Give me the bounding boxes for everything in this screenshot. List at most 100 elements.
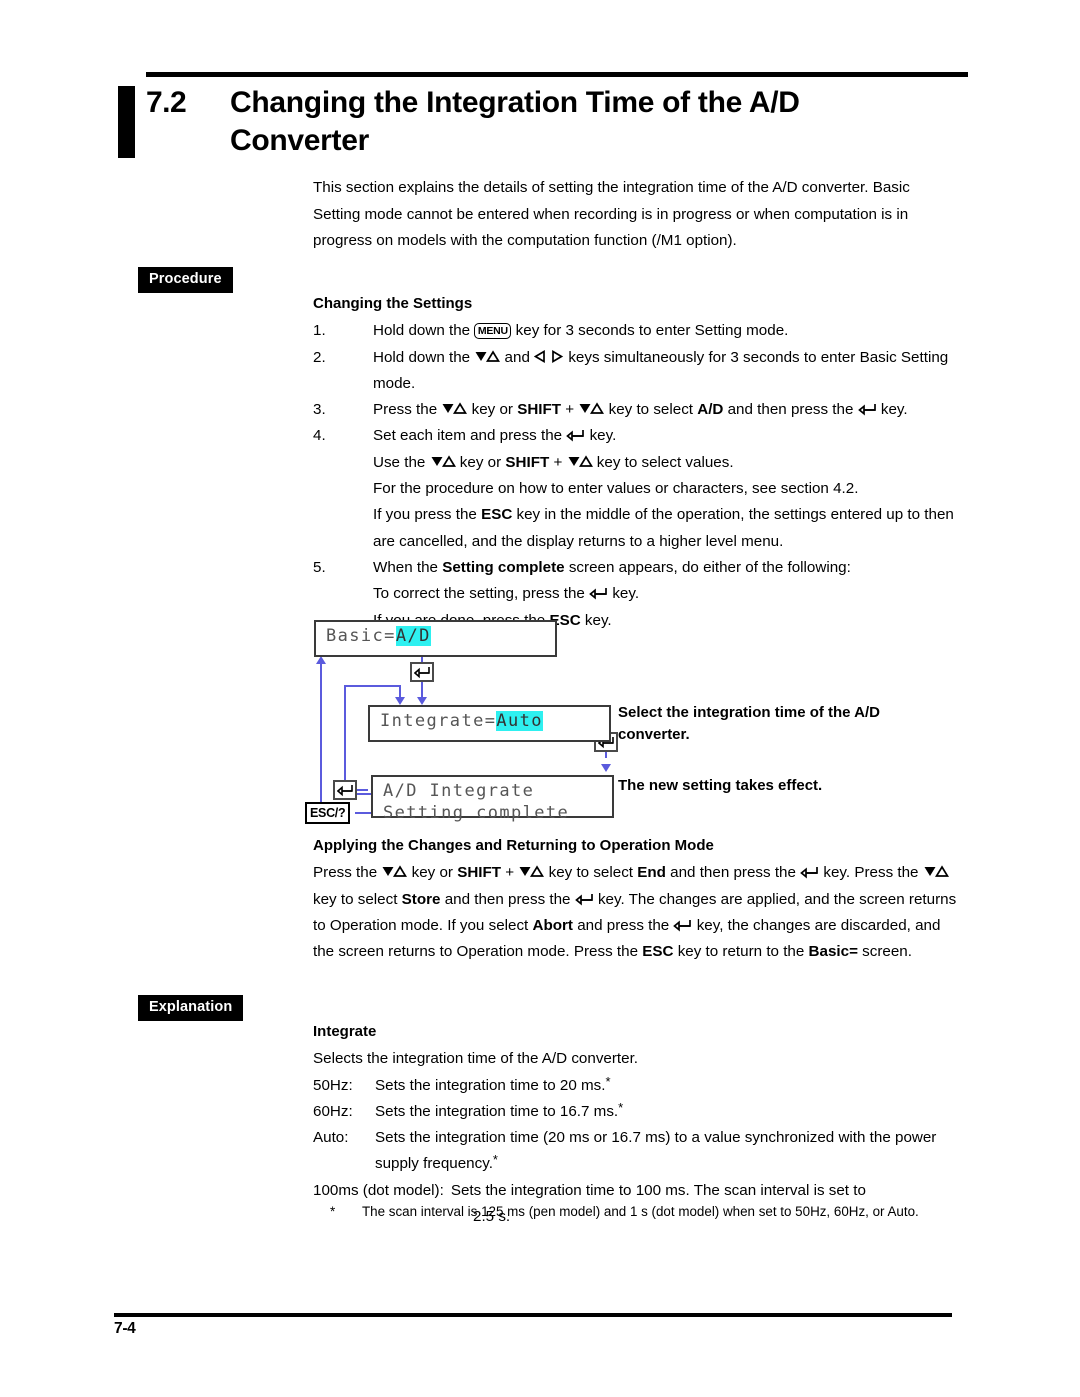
step-text: Press the key or SHIFT + key to select A… — [373, 401, 908, 419]
procedure-section: Changing the Settings 1. Hold down the ME… — [313, 291, 958, 634]
integrate-option-row: Auto: Sets the integration time (20 ms or… — [313, 1125, 958, 1178]
integrate-option-term: 50Hz: — [313, 1076, 353, 1094]
emphasis-term: ESC — [642, 943, 674, 961]
emphasis-term: SHIFT — [457, 864, 502, 882]
section-number: 7.2 — [146, 86, 187, 119]
lcd-integrate-screen: Integrate=Auto — [368, 705, 611, 742]
emphasis-term: ESC — [481, 506, 513, 524]
enter-key-icon — [673, 918, 692, 932]
updown-key-icon — [474, 349, 501, 363]
lcd-complete-line2: Setting complete — [383, 803, 570, 823]
updown-key-icon — [923, 865, 949, 878]
procedure-step: 2. Hold down the and keys simultaneously … — [313, 345, 958, 398]
integrate-option-desc: Sets the integration time to 20 ms.* — [375, 1073, 611, 1094]
emphasis-term: SHIFT — [517, 401, 562, 419]
intro-paragraph: This section explains the details of set… — [313, 179, 910, 249]
emphasis-term: Abort — [532, 916, 574, 934]
flow-return-line-enter — [344, 685, 347, 789]
apply-subheading: Applying the Changes and Returning to Op… — [313, 837, 714, 854]
procedure-subheading: Changing the Settings — [313, 295, 473, 312]
step-text: Set each item and press the key. — [373, 427, 617, 445]
footnote-text: The scan interval is 125 ms (pen model) … — [362, 1204, 919, 1219]
flow-arrowhead-down-complete — [601, 764, 611, 772]
emphasis-term: Setting complete — [442, 558, 565, 576]
emphasis-term: Basic= — [808, 943, 858, 961]
emphasis-term: Store — [401, 890, 441, 908]
enter-key-icon-complete-to-integrate — [333, 780, 357, 800]
explanation-subheading: Integrate — [313, 1023, 377, 1040]
step-note: For the procedure on how to enter values… — [373, 480, 859, 498]
step-number: 1. — [313, 322, 326, 340]
updown-key-icon — [430, 455, 456, 468]
procedure-step: 1. Hold down the MENU key for 3 seconds t… — [313, 318, 958, 344]
flow-return-line-enter-top — [344, 685, 401, 688]
step-note: To correct the setting, press the key. — [373, 585, 640, 603]
emphasis-term: A/D — [697, 401, 724, 419]
step-note: Use the key or SHIFT + key to select val… — [373, 453, 734, 471]
step-number: 5. — [313, 558, 326, 576]
footer-rule — [114, 1313, 952, 1317]
integrate-option-row: 60Hz: Sets the integration time to 16.7 m… — [313, 1099, 958, 1125]
enter-key-icon — [589, 586, 608, 600]
footnote: * The scan interval is 125 ms (pen model… — [330, 1200, 955, 1223]
leftright-key-icon — [533, 349, 564, 363]
integrate-option-term: 60Hz: — [313, 1102, 353, 1120]
enter-key-icon — [857, 402, 877, 416]
step-number: 3. — [313, 401, 326, 419]
emphasis-term: SHIFT — [505, 453, 550, 471]
procedure-tag: Procedure — [138, 267, 233, 293]
step-note: If you press the ESC key in the middle o… — [373, 506, 954, 550]
integrate-option-desc: Sets the integration time (20 ms or 16.7… — [375, 1129, 937, 1173]
esc-question-button[interactable]: ESC/? — [305, 802, 351, 824]
footnote-star: * — [618, 1099, 624, 1115]
section-title: Changing the Integration Time of the A/D… — [230, 86, 800, 157]
lcd-basic-prefix: Basic= — [326, 626, 396, 646]
procedure-step: 5. When the Setting complete screen appea… — [313, 555, 958, 581]
footnote-marker: * — [330, 1204, 336, 1219]
callout-select-integration-time: Select the integration time of the A/D c… — [618, 704, 880, 743]
enter-key-icon — [800, 865, 819, 879]
flow-arrowhead-up-basic — [316, 656, 326, 664]
step-text: Hold down the and keys simultaneously fo… — [373, 348, 949, 392]
lcd-integrate-highlight: Auto — [496, 711, 543, 731]
explanation-lead: Selects the integration time of the A/D … — [313, 1050, 639, 1068]
procedure-step: 4. Set each item and press the key. — [313, 423, 958, 449]
updown-key-icon — [578, 402, 605, 415]
integrate-option-row: 50Hz: Sets the integration time to 20 ms.… — [313, 1073, 958, 1099]
procedure-steps: 1. Hold down the MENU key for 3 seconds t… — [313, 318, 958, 634]
flow-arrowhead-down-integrate — [417, 697, 427, 705]
lcd-setting-complete-screen: A/D Integrate Setting complete — [371, 775, 614, 823]
lcd-basic-highlight: A/D — [395, 626, 431, 646]
page-title: 7.2 Changing the Integration Time of the… — [146, 84, 936, 160]
menu-key-icon: MENU — [474, 322, 512, 339]
flow-arrowhead-down-integrate-left — [395, 697, 405, 705]
enter-key-icon — [566, 428, 585, 442]
step-text: When the Setting complete screen appears… — [373, 558, 851, 576]
procedure-step: 3. Press the key or SHIFT + key to select… — [313, 397, 958, 423]
page-number: 7-4 — [114, 1320, 136, 1337]
lcd-complete-line1: A/D Integrate — [383, 781, 535, 801]
enter-key-icon-basic-to-integrate — [410, 662, 434, 682]
footnote-star: * — [492, 1152, 498, 1168]
step-number: 4. — [313, 427, 326, 445]
step-text: Hold down the MENU key for 3 seconds to … — [373, 322, 789, 340]
lcd-basic-screen: Basic=A/D — [314, 620, 557, 657]
footnote-star: * — [605, 1073, 611, 1089]
integrate-option-desc: Sets the integration time to 16.7 ms.* — [375, 1099, 624, 1120]
lcd-integrate-prefix: Integrate= — [380, 711, 497, 731]
updown-key-icon — [441, 402, 468, 415]
emphasis-term: End — [637, 864, 666, 882]
flow-return-line-esc — [320, 664, 323, 812]
explanation-section: Integrate Selects the integration time o… — [313, 1019, 958, 1230]
updown-key-icon — [518, 865, 545, 878]
step-number: 2. — [313, 348, 326, 366]
updown-key-icon — [381, 865, 408, 878]
integrate-option-term: Auto: — [313, 1129, 349, 1147]
updown-key-icon — [567, 455, 593, 468]
header-accent-bar — [118, 86, 135, 158]
enter-key-icon — [574, 892, 594, 906]
callout-new-setting-effect: The new setting takes effect. — [618, 777, 823, 794]
settings-flow-diagram: ESC/? Basic=A/D Integrate=Auto A/D Integ… — [300, 612, 960, 824]
explanation-tag: Explanation — [138, 995, 244, 1021]
apply-changes-section: Applying the Changes and Returning to Op… — [313, 833, 958, 965]
